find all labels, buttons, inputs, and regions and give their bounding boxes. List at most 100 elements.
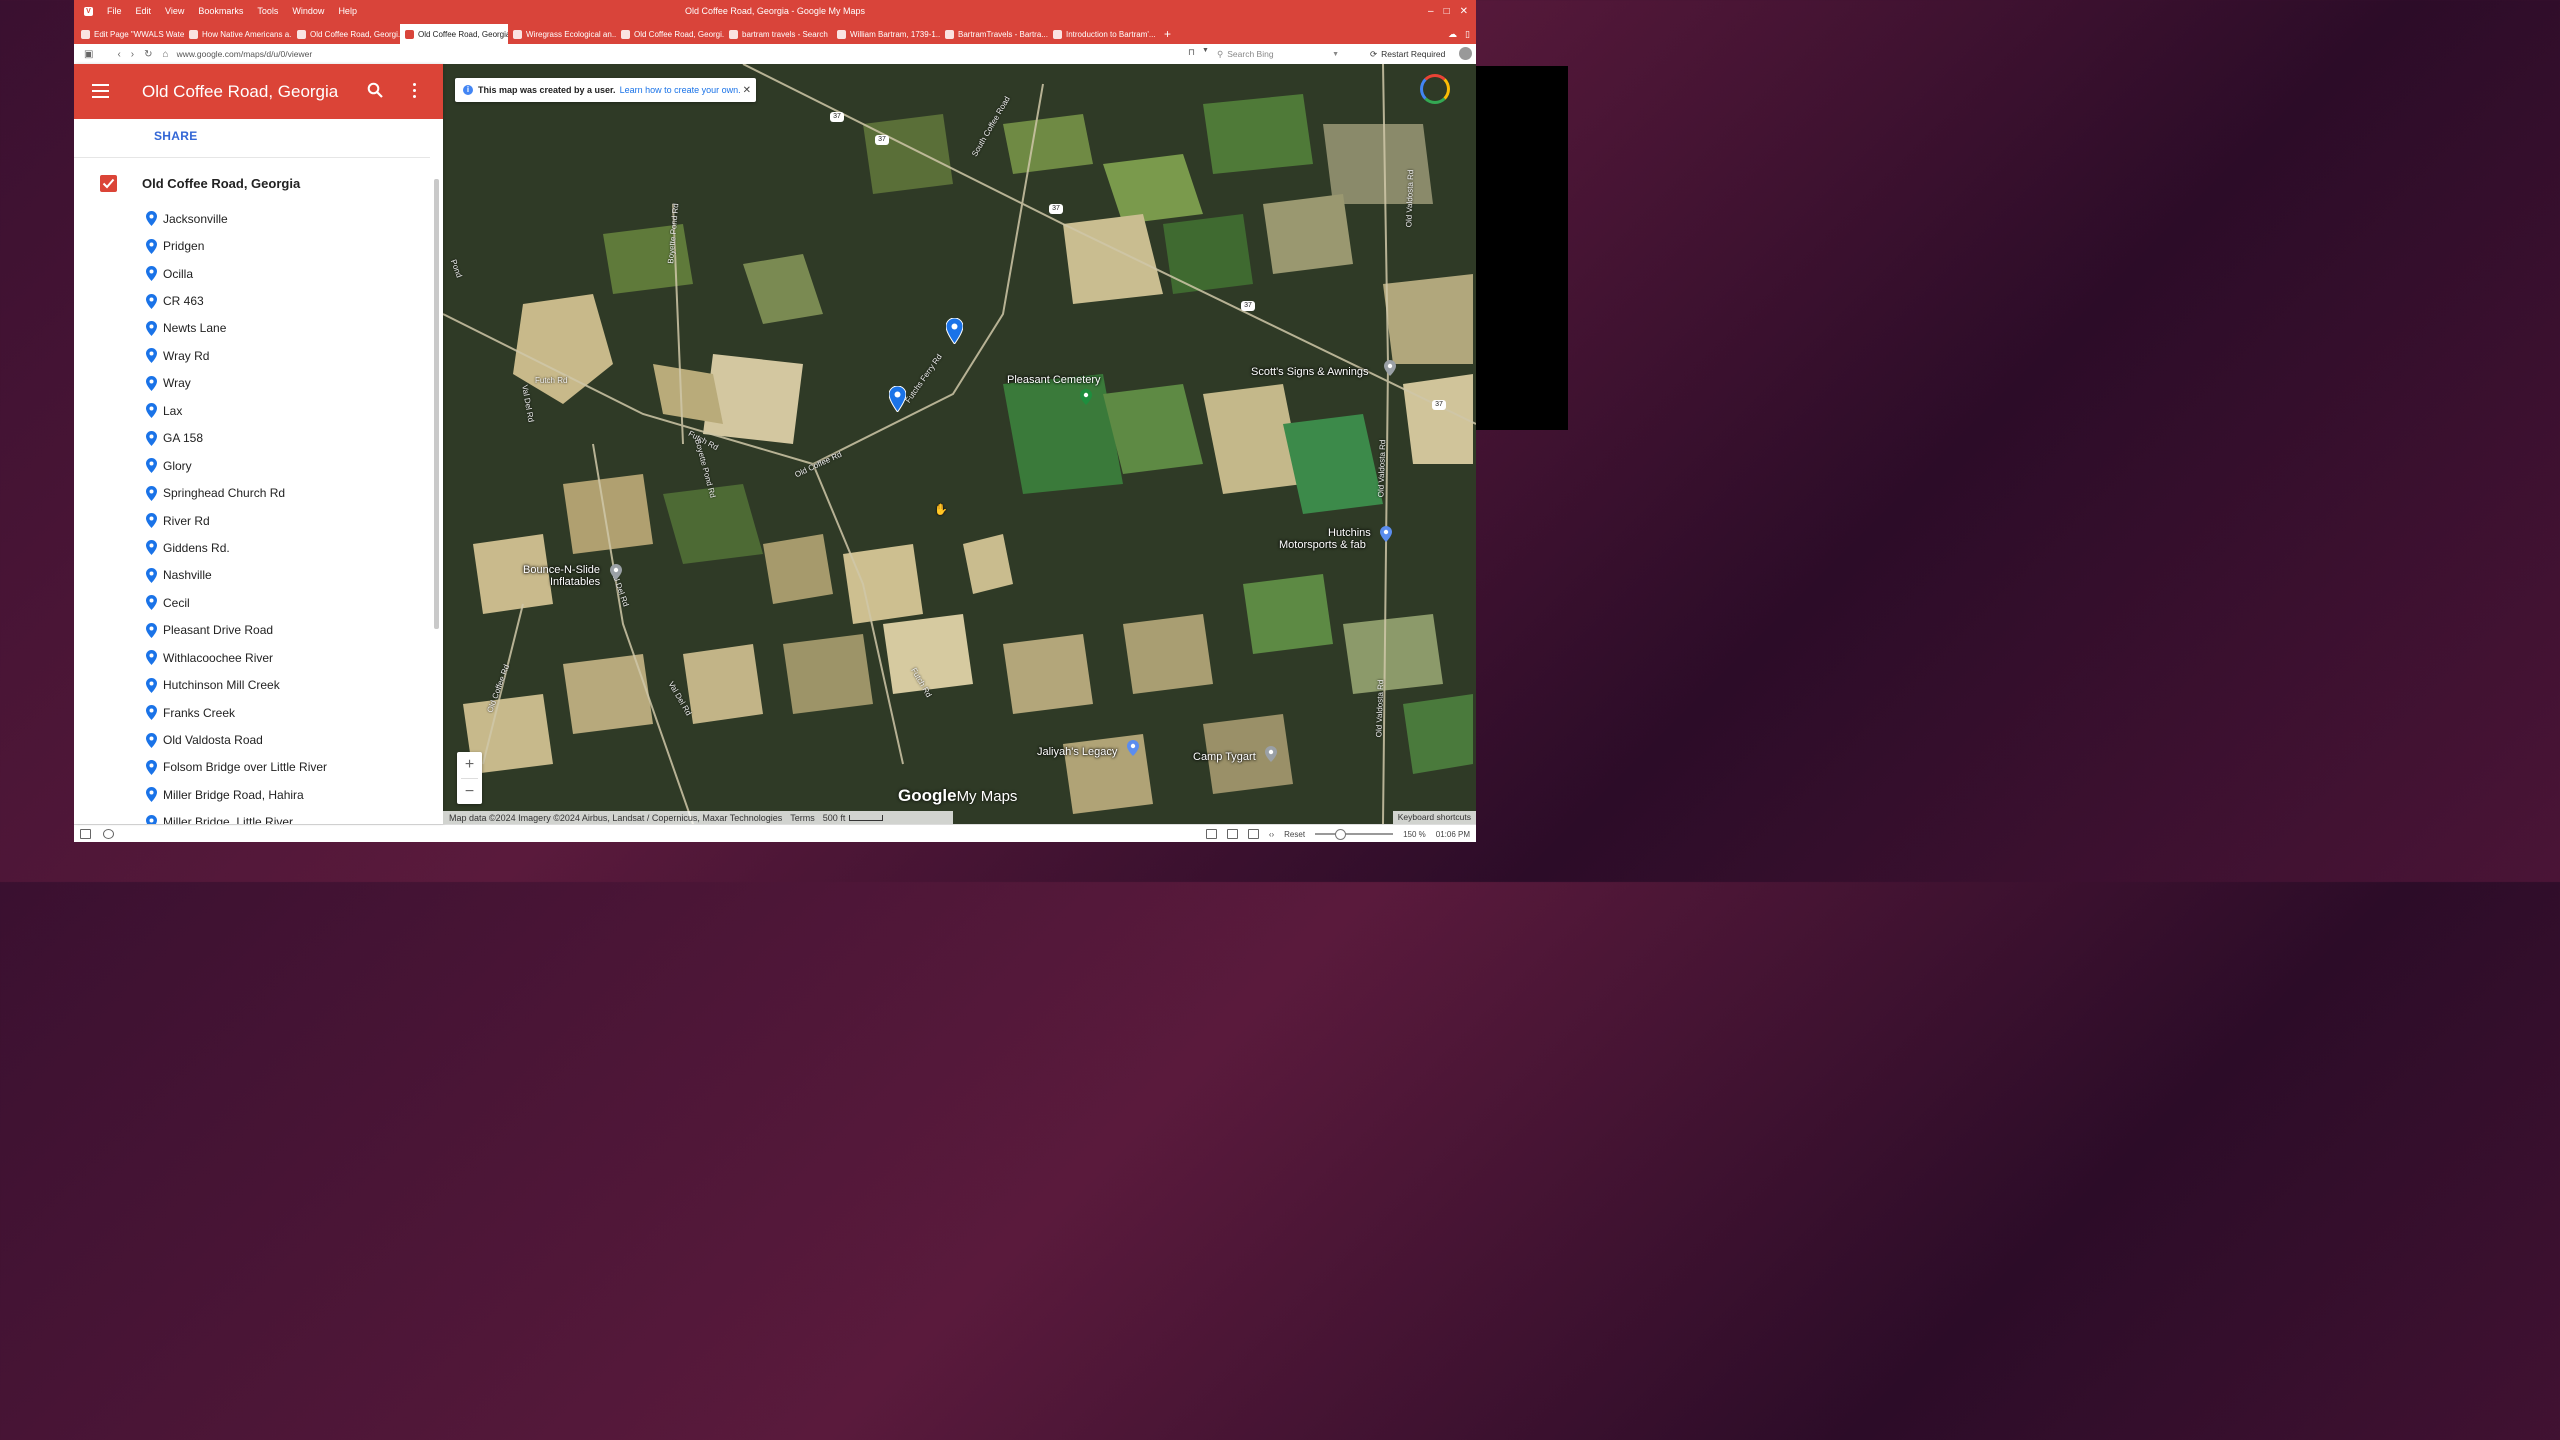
business-pin-icon[interactable] [1265, 746, 1277, 762]
place-item[interactable]: Glory [146, 452, 327, 479]
tabbar-tools: ☁ ▯ [1448, 24, 1476, 44]
tab-introduction[interactable]: Introduction to Bartram'... [1048, 24, 1156, 44]
profile-avatar[interactable] [1459, 47, 1472, 60]
place-item[interactable]: River Rd [146, 507, 327, 534]
search-engine-chevron-icon[interactable]: ▼ [1332, 51, 1339, 58]
tab-bartram-search[interactable]: bartram travels - Search [724, 24, 832, 44]
tab-native-americans[interactable]: How Native Americans a... [184, 24, 292, 44]
chevron-down-icon[interactable]: ▼ [1202, 47, 1209, 54]
banner-link[interactable]: Learn how to create your own. [620, 85, 741, 95]
tab-favicon-icon [945, 29, 954, 39]
zoom-in-button[interactable]: + [457, 752, 482, 778]
poi-scotts-signs[interactable]: Scott's Signs & Awnings [1251, 366, 1368, 378]
place-item[interactable]: Jacksonville [146, 205, 327, 232]
camera-icon[interactable] [1205, 829, 1217, 839]
tab-bartramtravels[interactable]: BartramTravels - Bartra... [940, 24, 1048, 44]
terms-link[interactable]: Terms [790, 813, 815, 823]
cloud-sync-icon[interactable] [103, 829, 114, 839]
tab-old-coffee-2[interactable]: Old Coffee Road, Georgi... [616, 24, 724, 44]
shop-pin-icon[interactable] [1127, 740, 1139, 756]
cemetery-pin-icon[interactable] [1080, 389, 1092, 405]
place-item[interactable]: Ocilla [146, 260, 327, 287]
page-zoom-slider[interactable] [1315, 829, 1394, 840]
tab-william-bartram[interactable]: William Bartram, 1739-1... [832, 24, 940, 44]
compass-icon[interactable] [1420, 74, 1450, 104]
search-bing-field[interactable]: ⚲ Search Bing ▼ [1217, 47, 1339, 61]
tab-old-coffee-active[interactable]: Old Coffee Road, Georgia - [400, 24, 508, 44]
place-item[interactable]: Cecil [146, 589, 327, 616]
business-pin-icon[interactable] [1384, 360, 1396, 376]
tab-old-coffee-1[interactable]: Old Coffee Road, Georgi... [292, 24, 400, 44]
share-button[interactable]: SHARE [154, 129, 198, 143]
place-item[interactable]: Springhead Church Rd [146, 479, 327, 506]
place-item[interactable]: Pridgen [146, 232, 327, 259]
bookmark-icon[interactable]: ⊓ [1188, 47, 1195, 58]
business-pin-icon[interactable] [610, 564, 622, 580]
place-item[interactable]: Folsom Bridge over Little River [146, 754, 327, 781]
layer-checkbox[interactable] [100, 175, 117, 192]
place-item[interactable]: Hutchinson Mill Creek [146, 671, 327, 698]
tab-wiregrass[interactable]: Wiregrass Ecological an... [508, 24, 616, 44]
close-window-icon[interactable]: ✕ [1460, 6, 1468, 17]
trash-icon[interactable]: ▯ [1465, 29, 1470, 40]
keyboard-shortcuts-button[interactable]: Keyboard shortcuts [1392, 811, 1476, 824]
place-item[interactable]: Wray [146, 370, 327, 397]
map-canvas[interactable]: i This map was created by a user. Learn … [443, 64, 1476, 824]
shop-pin-icon[interactable] [1380, 526, 1392, 542]
back-icon[interactable]: ‹ [117, 49, 120, 60]
hamburger-menu-icon[interactable] [92, 84, 109, 98]
place-item[interactable]: GA 158 [146, 425, 327, 452]
map-marker-icon[interactable] [946, 318, 963, 344]
place-item[interactable]: Miller Bridge, Little River [146, 809, 327, 824]
poi-jaliyahs-legacy[interactable]: Jaliyah's Legacy [1037, 746, 1117, 758]
url-field[interactable]: www.google.com/maps/d/u/0/viewer [177, 49, 313, 59]
panel-icon[interactable] [80, 829, 91, 839]
place-label: Wray [163, 376, 191, 391]
poi-bounce-line2[interactable]: Inflatables [550, 576, 600, 588]
zoom-reset-button[interactable]: Reset [1284, 830, 1305, 839]
place-item[interactable]: Withlacoochee River [146, 644, 327, 671]
slider-knob[interactable] [1335, 829, 1347, 840]
reload-icon[interactable]: ↻ [144, 49, 152, 60]
place-item[interactable]: Wray Rd [146, 342, 327, 369]
code-icon[interactable]: ‹› [1269, 830, 1274, 839]
window-icon[interactable] [1247, 829, 1259, 839]
more-vert-icon[interactable] [413, 83, 417, 99]
search-icon[interactable] [367, 82, 383, 98]
new-tab-button[interactable]: + [1156, 24, 1179, 44]
poi-hutchins-line1[interactable]: Hutchins [1328, 527, 1371, 539]
image-icon[interactable] [1226, 829, 1238, 839]
place-label: Pleasant Drive Road [163, 623, 274, 638]
place-label: Miller Bridge, Little River [163, 815, 294, 824]
place-item[interactable]: Nashville [146, 562, 327, 589]
minimize-icon[interactable]: – [1428, 6, 1434, 17]
place-item[interactable]: Lax [146, 397, 327, 424]
place-item[interactable]: Pleasant Drive Road [146, 617, 327, 644]
close-icon[interactable]: ✕ [743, 85, 751, 96]
lock-icon: ⌂ [162, 48, 169, 60]
place-pin-icon [146, 266, 157, 282]
poi-hutchins-line2[interactable]: Motorsports & fab [1279, 539, 1366, 551]
tab-wwals[interactable]: Edit Page "WWALS Wate... [76, 24, 184, 44]
place-item[interactable]: Giddens Rd. [146, 534, 327, 561]
place-item[interactable]: Miller Bridge Road, Hahira [146, 781, 327, 808]
place-item[interactable]: Franks Creek [146, 699, 327, 726]
place-item[interactable]: CR 463 [146, 287, 327, 314]
restart-required-button[interactable]: ⟳ Restart Required [1370, 44, 1445, 64]
place-pin-icon [146, 458, 157, 474]
map-marker-icon[interactable] [889, 386, 906, 412]
scrollbar[interactable] [434, 179, 439, 629]
maximize-icon[interactable]: □ [1444, 6, 1450, 17]
forward-icon[interactable]: › [131, 49, 134, 60]
poi-camp-tygart[interactable]: Camp Tygart [1193, 751, 1256, 763]
place-pin-icon [146, 787, 157, 803]
scale-bar[interactable]: 500 ft [823, 813, 884, 823]
zoom-out-button[interactable]: − [457, 779, 482, 805]
panel-toggle-icon[interactable]: ▣ [84, 49, 93, 60]
place-item[interactable]: Old Valdosta Road [146, 726, 327, 753]
place-item[interactable]: Newts Lane [146, 315, 327, 342]
place-label: River Rd [163, 513, 210, 528]
poi-bounce-line1[interactable]: Bounce-N-Slide [523, 564, 600, 576]
poi-pleasant-cemetery[interactable]: Pleasant Cemetery [1007, 374, 1101, 386]
cloud-icon[interactable]: ☁ [1448, 29, 1457, 40]
